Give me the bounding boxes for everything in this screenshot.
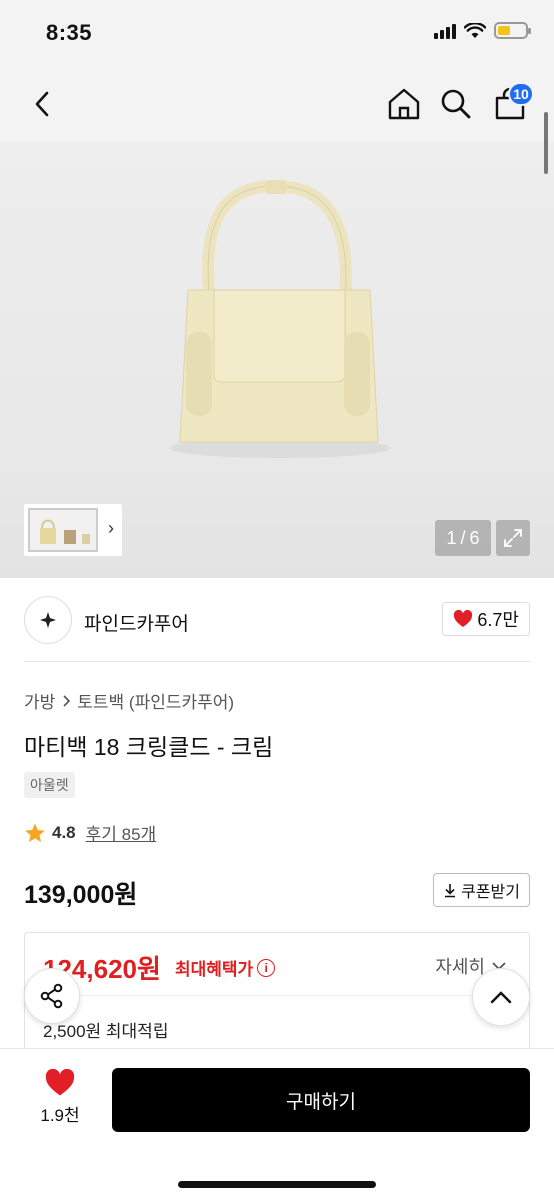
brand-logo-icon	[40, 612, 56, 628]
max-benefit-label: 최대혜택가 i	[175, 955, 276, 980]
page-total: 6	[469, 527, 480, 548]
coupon-label: 쿠폰받기	[461, 884, 520, 901]
outlet-tag: 아울렛	[24, 772, 75, 798]
info-icon[interactable]: i	[257, 958, 276, 977]
benefit-detail-label: 자세히	[435, 957, 485, 977]
product-image-carousel[interactable]: › 1 / 6	[0, 112, 554, 578]
page-separator: /	[460, 527, 466, 548]
heart-icon	[45, 1069, 75, 1096]
cart-count-badge: 10	[508, 82, 534, 106]
image-page-counter: 1 / 6	[435, 520, 491, 556]
breadcrumb-subcategory[interactable]: 토트백 (파인드카푸어)	[77, 688, 234, 713]
page-current: 1	[446, 527, 457, 548]
home-button[interactable]	[384, 84, 424, 124]
product-photo	[170, 179, 390, 458]
brand-like-button[interactable]: 6.7만	[442, 602, 530, 636]
coupon-button[interactable]: 쿠폰받기	[433, 873, 530, 907]
product-title: 마티백 18 크링클드 - 크림	[24, 734, 274, 760]
breadcrumb: 가방 토트백 (파인드카푸어)	[24, 688, 234, 713]
nav-bar: 10	[0, 68, 554, 142]
share-icon	[40, 983, 63, 1009]
chevron-left-icon	[35, 91, 49, 117]
brand-like-count: 6.7만	[477, 610, 519, 630]
review-link[interactable]: 후기 85개	[86, 820, 157, 845]
chevron-right-icon	[63, 694, 71, 707]
benefit-divider	[25, 995, 529, 996]
signal-icon	[434, 23, 456, 39]
wishlist-button[interactable]: 1.9천	[24, 1069, 96, 1135]
search-button[interactable]	[436, 84, 476, 124]
wishlist-count: 1.9천	[40, 1106, 80, 1125]
cart-button[interactable]: 10	[490, 82, 534, 124]
wifi-icon	[464, 22, 486, 38]
expand-image-button[interactable]	[496, 520, 530, 556]
section-divider	[24, 661, 530, 662]
home-icon	[388, 88, 420, 120]
home-indicator	[178, 1181, 376, 1188]
max-benefit-box: 124,620원 최대혜택가 i 자세히 2,500원 최대적립	[24, 932, 530, 1062]
thumbnail-bags	[40, 519, 90, 544]
heart-icon	[454, 610, 473, 627]
chevron-right-icon[interactable]: ›	[108, 518, 114, 539]
expand-icon	[504, 529, 522, 547]
rating-value: 4.8	[52, 822, 76, 842]
star-icon	[25, 823, 45, 842]
buy-button[interactable]: 구매하기	[112, 1068, 530, 1132]
thumbnail-strip[interactable]: ›	[24, 504, 122, 556]
share-button[interactable]	[24, 968, 80, 1024]
status-time: 8:35	[46, 20, 93, 45]
search-icon	[441, 89, 471, 119]
status-bar: 8:35	[0, 0, 554, 68]
brand-name[interactable]: 파인드카푸어	[84, 609, 189, 636]
back-button[interactable]	[22, 84, 62, 124]
product-detail-screen: 8:35 10 › 1 / 6 파인드카푸어 6.7만 가방 토트백 (파인드카…	[0, 0, 554, 1200]
brand-row[interactable]: 파인드카푸어 6.7만	[24, 596, 530, 644]
battery-icon	[494, 22, 531, 39]
rating-row: 4.8 후기 85개	[24, 820, 156, 845]
download-icon	[445, 884, 456, 898]
brand-logo[interactable]	[24, 596, 72, 644]
breadcrumb-category[interactable]: 가방	[24, 688, 55, 713]
chevron-up-icon	[490, 991, 512, 1004]
thumbnail-image[interactable]	[28, 508, 98, 552]
bottom-action-bar: 1.9천 구매하기	[0, 1048, 554, 1200]
product-price: 139,000원	[24, 881, 138, 909]
scroll-to-top-button[interactable]	[472, 968, 530, 1026]
status-icons	[434, 22, 531, 39]
max-benefit-label-text: 최대혜택가	[175, 960, 254, 979]
